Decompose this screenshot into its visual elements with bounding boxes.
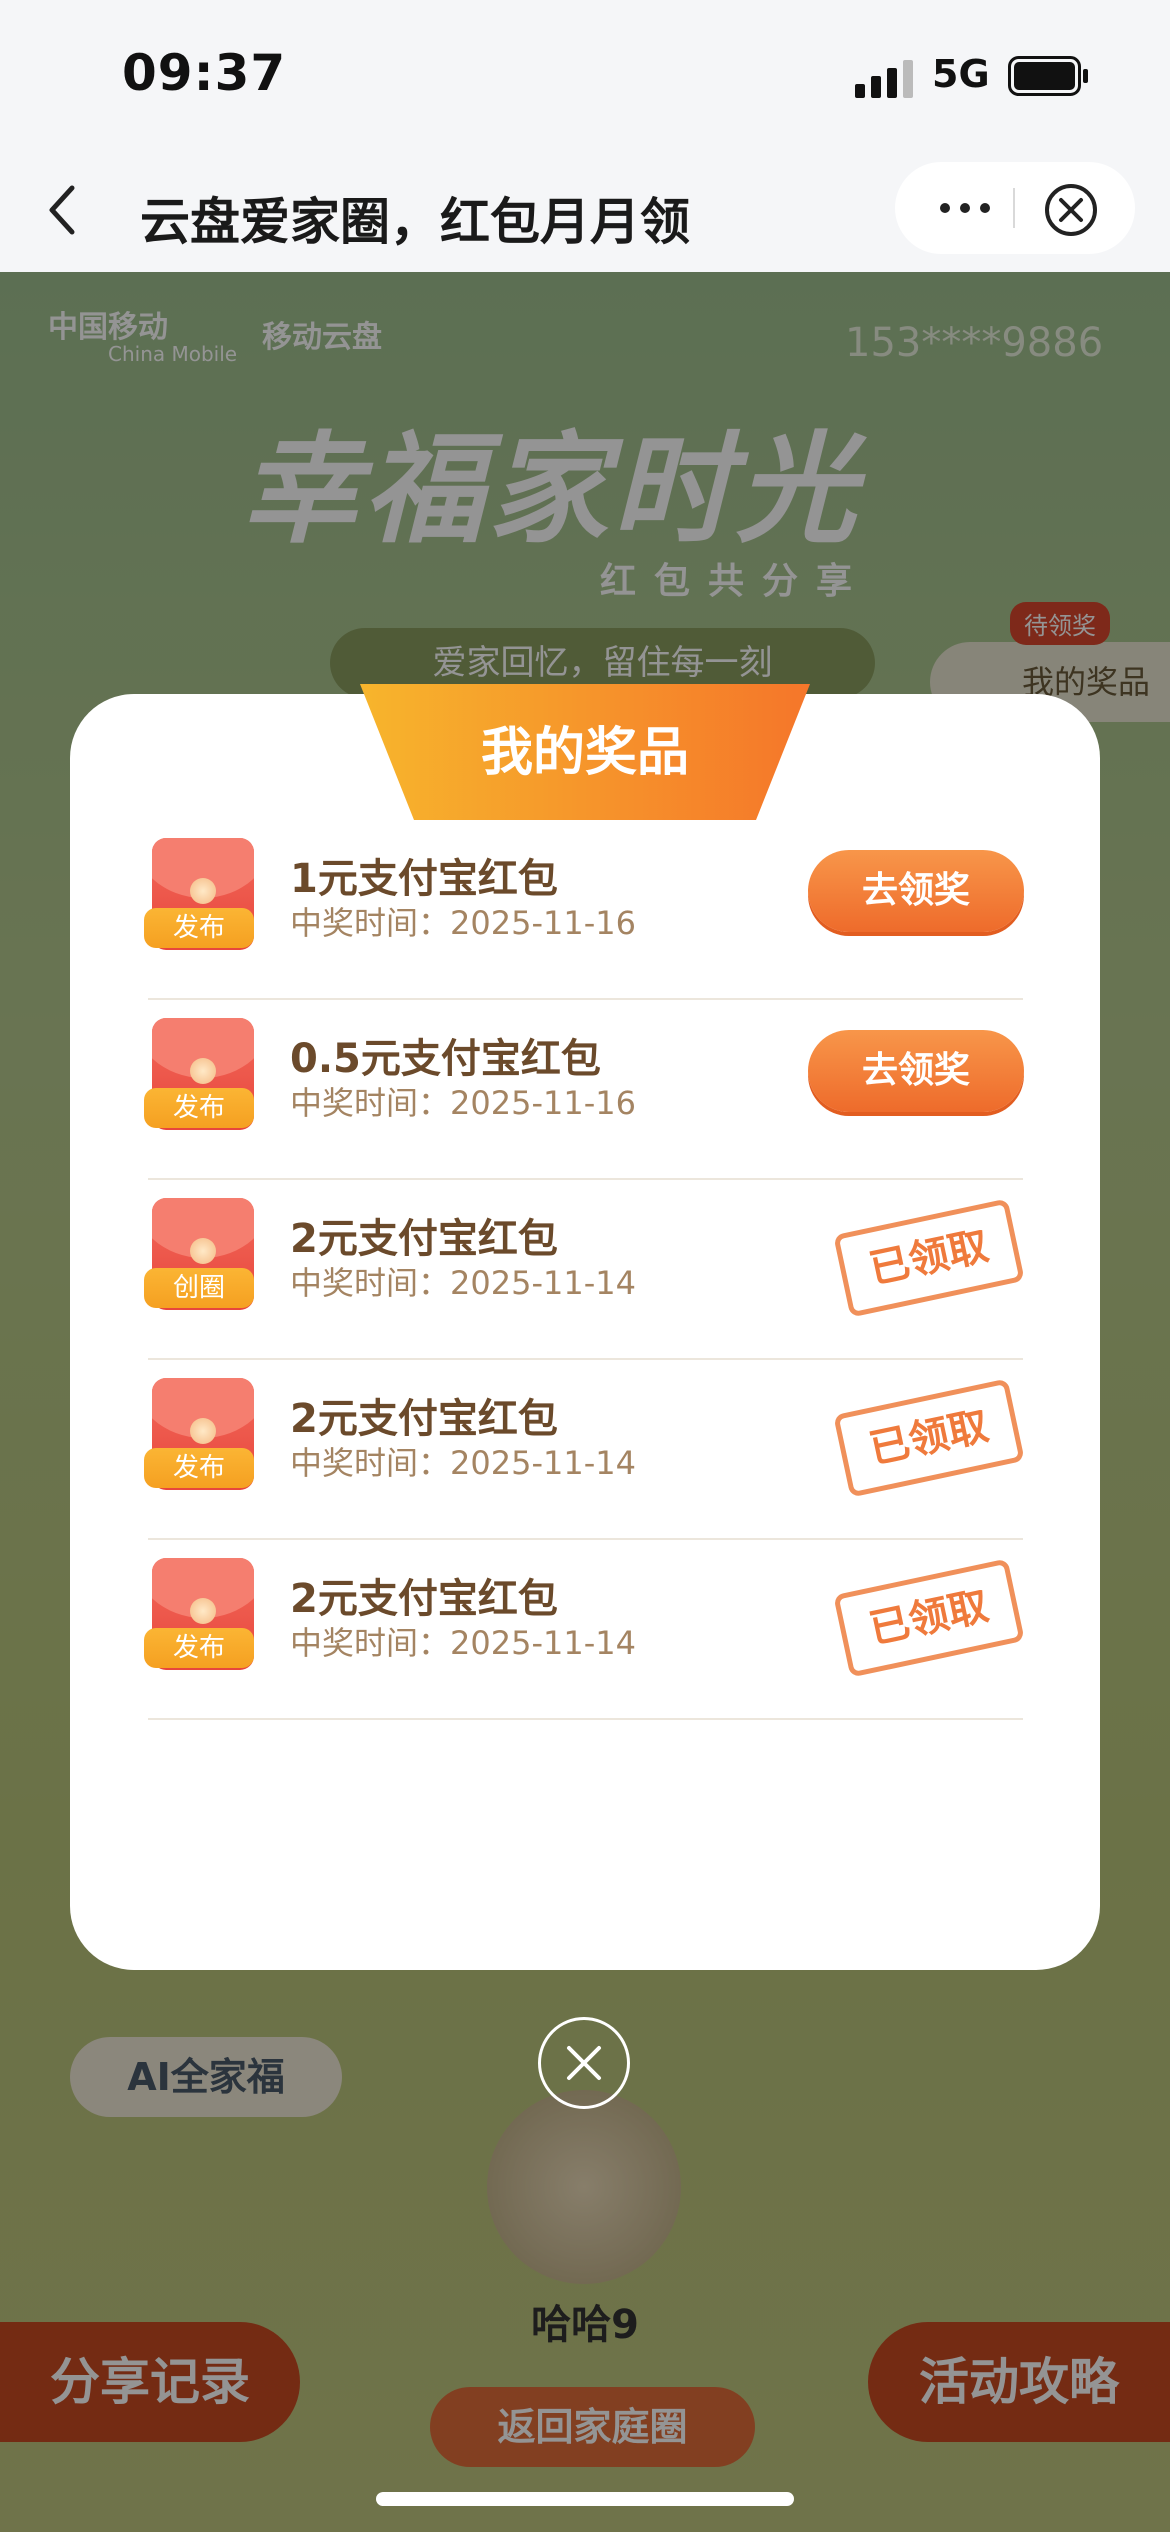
list-item: 发布 0.5元支付宝红包 中奖时间：2025-11-16 去领奖 (144, 1000, 1024, 1180)
nav-bar: 云盘爱家圈，红包月月领 (0, 150, 1170, 272)
close-modal-button[interactable] (538, 2017, 630, 2109)
claimed-stamp: 已领取 (833, 1558, 1025, 1678)
claim-prize-button[interactable]: 去领奖 (808, 1030, 1024, 1112)
prize-time: 中奖时间：2025-11-16 (290, 904, 636, 942)
prize-time: 中奖时间：2025-11-14 (290, 1624, 636, 1662)
prize-source-tag: 发布 (144, 1088, 254, 1128)
status-bar: 09:37 5G (0, 0, 1170, 150)
network-type: 5G (932, 52, 990, 96)
close-icon (567, 2046, 601, 2080)
close-mini-program-icon[interactable] (1043, 182, 1099, 238)
home-indicator[interactable] (376, 2492, 794, 2506)
list-item: 发布 2元支付宝红包 中奖时间：2025-11-14 已领取 (144, 1360, 1025, 1540)
claimed-stamp: 已领取 (833, 1198, 1025, 1318)
prize-name: 1元支付宝红包 (290, 856, 558, 902)
prize-name: 2元支付宝红包 (290, 1216, 558, 1262)
signal-icon (855, 60, 913, 98)
capsule-divider (1013, 188, 1015, 228)
claim-prize-button[interactable]: 去领奖 (808, 850, 1024, 932)
my-prizes-modal: 我的奖品 发布 1元支付宝红包 中奖时间：2025-11-16 去领奖 发布 0… (70, 684, 1100, 1970)
prize-time: 中奖时间：2025-11-16 (290, 1084, 636, 1122)
prize-list: 发布 1元支付宝红包 中奖时间：2025-11-16 去领奖 发布 0.5元支付… (144, 820, 1025, 1720)
page-title: 云盘爱家圈，红包月月领 (140, 193, 690, 251)
status-time: 09:37 (122, 44, 287, 102)
list-item: 发布 1元支付宝红包 中奖时间：2025-11-16 去领奖 (144, 820, 1024, 1000)
mini-program-capsule (895, 162, 1135, 254)
prize-name: 2元支付宝红包 (290, 1576, 558, 1622)
more-dots-icon[interactable] (935, 188, 995, 228)
list-item: 发布 2元支付宝红包 中奖时间：2025-11-14 已领取 (144, 1540, 1025, 1720)
prize-source-tag: 创圈 (144, 1268, 254, 1308)
prize-name: 2元支付宝红包 (290, 1396, 558, 1442)
list-item: 创圈 2元支付宝红包 中奖时间：2025-11-14 已领取 (144, 1180, 1025, 1360)
claimed-stamp: 已领取 (833, 1378, 1025, 1498)
prize-time: 中奖时间：2025-11-14 (290, 1264, 636, 1302)
back-arrow-icon[interactable] (40, 180, 90, 240)
battery-icon (1008, 56, 1088, 96)
modal-header: 我的奖品 (360, 684, 810, 820)
prize-source-tag: 发布 (144, 908, 254, 948)
modal-title: 我的奖品 (480, 723, 689, 783)
prize-source-tag: 发布 (144, 1448, 254, 1488)
prize-name: 0.5元支付宝红包 (290, 1036, 601, 1082)
prize-time: 中奖时间：2025-11-14 (290, 1444, 636, 1482)
prize-source-tag: 发布 (144, 1628, 254, 1668)
